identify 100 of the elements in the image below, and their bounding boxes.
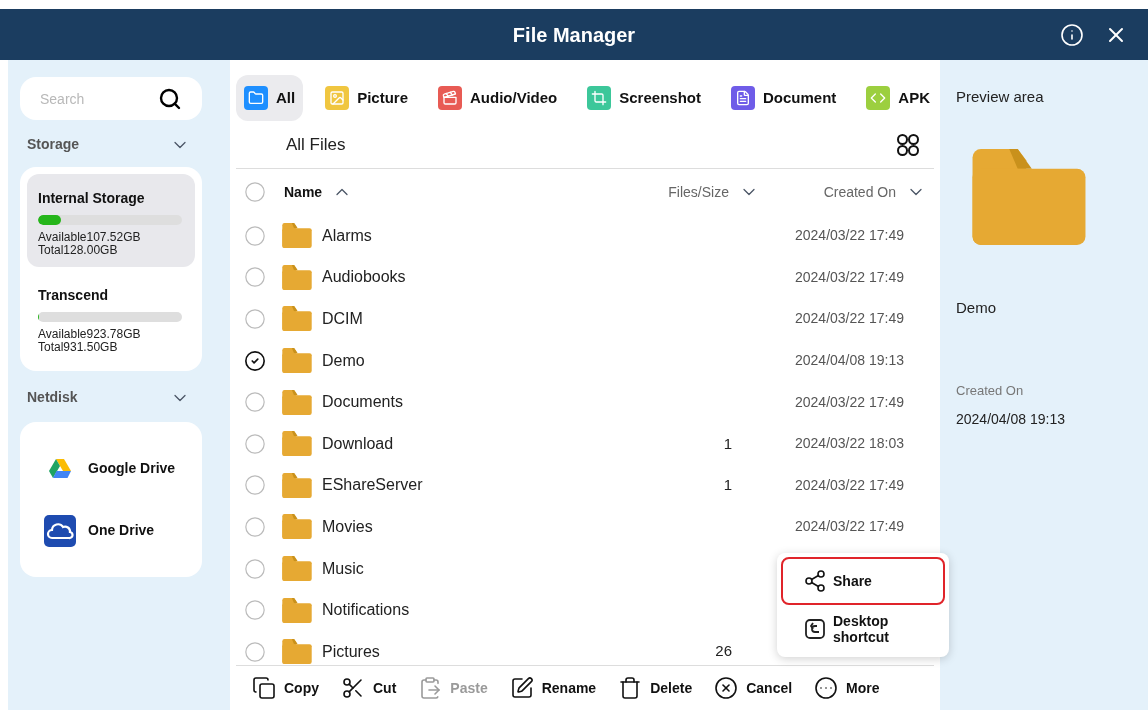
file-count: 26 [714,641,732,662]
folder-icon [282,306,312,332]
category-tab[interactable]: APK [858,75,938,121]
file-row[interactable]: EShareServer 1 2024/03/22 17:49 [236,464,934,507]
folder-icon [282,389,312,415]
file-row[interactable]: Demo 2024/04/08 19:13 [236,339,934,382]
created-date: 2024/03/22 18:03 [795,434,904,454]
checkbox[interactable] [244,224,266,247]
storage-name: Internal Storage [38,189,146,208]
file-row[interactable]: Audiobooks 2024/03/22 17:49 [236,256,934,299]
file-name: Movies [322,516,374,537]
cloud-logo-icon [44,514,76,547]
file-row[interactable]: Download 1 2024/03/22 18:03 [236,422,934,465]
file-row[interactable]: Documents 2024/03/22 17:49 [236,381,934,423]
copy-icon [252,676,276,700]
file-row[interactable]: Movies 2024/03/22 17:49 [236,506,934,548]
file-name: EShareServer [322,475,424,496]
clipboard-icon [418,676,443,700]
file-name: DCIM [322,309,364,329]
trash-icon [618,676,643,700]
file-row[interactable]: Alarms 2024/03/22 17:49 [236,215,934,257]
created-date: 2024/03/22 17:49 [795,392,904,412]
created-date: 2024/03/22 17:49 [795,226,904,246]
column-header[interactable]: Created On [823,181,896,203]
checkbox[interactable] [244,391,266,414]
toolbar-button[interactable]: Copy [252,676,319,700]
category-tab[interactable]: All [236,75,304,121]
file-name: Demo [322,350,366,371]
circle-x-icon [714,676,739,700]
created-date: 2024/03/22 17:49 [795,475,904,495]
file-name: Download [322,433,395,454]
storage-name: Transcend [38,286,110,305]
category-tab[interactable]: Screenshot [579,75,709,121]
category-tab[interactable]: Picture [317,75,417,121]
checkbox[interactable] [244,308,266,330]
toolbar-button[interactable]: More [814,676,880,700]
file-name: Music [322,558,365,579]
netdisk-item[interactable]: One Drive [88,520,155,541]
folder-icon [282,431,312,457]
total-text: Total128.00GB [38,244,119,257]
checkbox[interactable] [244,181,266,203]
folder-icon [282,472,312,498]
folder-icon [282,556,312,582]
checkbox[interactable] [244,515,266,538]
checkbox[interactable] [244,349,266,372]
checkbox[interactable] [244,474,266,497]
pencil-icon [509,676,534,700]
file-row[interactable]: DCIM 2024/03/22 17:49 [236,298,934,340]
preview-title: Preview area [956,87,1045,107]
folder-icon [282,514,312,540]
column-header[interactable]: Name [284,181,323,203]
window-title: File Manager [512,22,636,48]
file-name: Pictures [322,641,381,662]
section-label: Netdisk [27,388,78,407]
file-count: 1 [722,475,732,496]
folder-icon [282,348,312,374]
created-date: 2024/03/22 17:49 [795,517,904,537]
toolbar-button[interactable]: Delete [618,676,693,700]
share-icon [803,569,827,593]
checkbox[interactable] [244,640,266,663]
category-tab[interactable]: Audio/Video [430,75,566,121]
available-text: Available107.52GB [38,231,142,244]
toolbar-button[interactable]: Cancel [714,676,793,700]
grid-view-icon[interactable] [896,132,920,157]
folder-icon [282,597,312,623]
file-name: Alarms [322,225,373,246]
file-name: Notifications [322,600,411,621]
file-count: 1 [722,433,732,454]
file-name: Audiobooks [322,267,407,288]
total-text: Total931.50GB [38,341,119,354]
category-tab[interactable]: Document [722,75,845,121]
info-icon[interactable] [1060,22,1084,47]
search-icon[interactable] [158,87,182,111]
checkbox[interactable] [244,599,266,622]
preview-name: Demo [956,297,997,318]
checkbox[interactable] [244,432,266,455]
ellipsis-icon [814,676,839,700]
created-date: 2024/04/08 19:13 [795,351,904,371]
search-field[interactable]: Search [20,77,202,120]
drive-logo-icon [49,458,71,479]
toolbar-button[interactable]: Rename [509,676,597,700]
folder-icon [970,148,1088,245]
storage-item[interactable]: Internal Storage Available107.52GB Total128.00GB [27,174,195,267]
menu-item[interactable]: Share [781,557,945,605]
column-header[interactable]: Files/Size [668,181,729,203]
checkbox[interactable] [244,266,266,289]
created-date: 2024/03/22 17:49 [795,309,904,329]
toolbar-button[interactable]: Cut [341,676,397,700]
created-value: 2024/04/08 19:13 [956,409,1066,429]
checkbox[interactable] [244,557,266,580]
storage-item[interactable]: Transcend Available923.78GB Total931.50GB [27,271,195,364]
menu-item[interactable]: Desktop shortcut [781,605,945,653]
folder-icon [282,639,312,665]
available-text: Available923.78GB [38,328,142,341]
folder-icon [282,223,312,249]
file-name: Documents [322,392,404,413]
folder-icon [282,264,312,290]
netdisk-item[interactable]: Google Drive [88,458,176,479]
breadcrumb: All Files [286,133,346,156]
scissors-icon [341,676,365,700]
